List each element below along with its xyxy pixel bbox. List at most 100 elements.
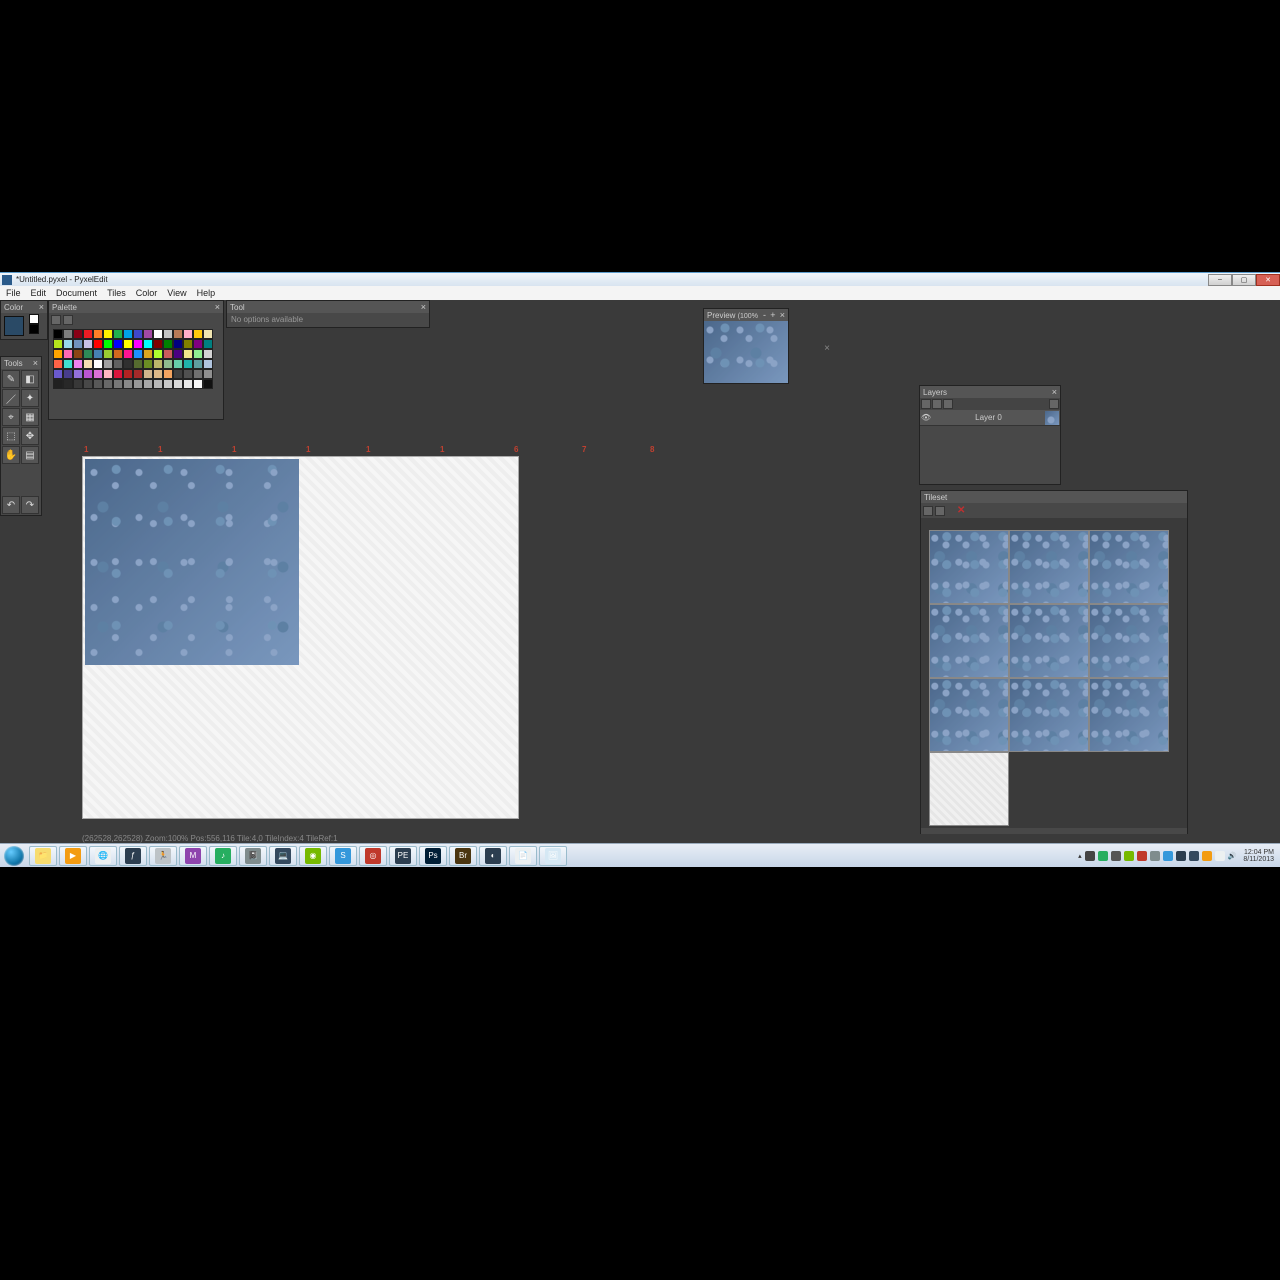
close-icon[interactable]: × bbox=[39, 302, 44, 312]
preview-panel[interactable]: Preview (100% - + × bbox=[703, 308, 789, 384]
titlebar[interactable]: *Untitled.pyxel - PyxelEdit – ▢ ✕ bbox=[0, 272, 1280, 286]
hand-tool-icon[interactable]: ✋ bbox=[2, 446, 20, 464]
palette-swatch[interactable] bbox=[53, 359, 63, 369]
tools-panel[interactable]: Tools × ✎ ◧ ／ ✦ ⌖ ▦ ⬚ ✥ ✋ ▤ ↶ ↷ bbox=[0, 356, 42, 516]
taskbar-app-icon[interactable]: 💻 bbox=[269, 846, 297, 866]
palette-swatch[interactable] bbox=[123, 369, 133, 379]
palette-swatch[interactable] bbox=[163, 329, 173, 339]
palette-swatch[interactable] bbox=[173, 379, 183, 389]
palette-swatch[interactable] bbox=[193, 329, 203, 339]
tile-slot[interactable] bbox=[929, 604, 1009, 678]
palette-swatch[interactable] bbox=[153, 359, 163, 369]
taskbar-app-icon[interactable]: ◐ bbox=[479, 846, 507, 866]
tileset-delete-icon[interactable]: ✕ bbox=[957, 505, 965, 516]
tray-icon[interactable] bbox=[1163, 851, 1173, 861]
tileset-panel[interactable]: Tileset ✕ bbox=[920, 490, 1188, 845]
palette-swatch[interactable] bbox=[113, 369, 123, 379]
tray-icon[interactable] bbox=[1111, 851, 1121, 861]
palette-swatch[interactable] bbox=[203, 329, 213, 339]
palette-swatch[interactable] bbox=[133, 329, 143, 339]
taskbar-app-icon[interactable]: 📓 bbox=[239, 846, 267, 866]
palette-swatch[interactable] bbox=[183, 379, 193, 389]
tray-icon[interactable] bbox=[1202, 851, 1212, 861]
taskbar-app-icon[interactable]: ♪ bbox=[209, 846, 237, 866]
palette-swatch[interactable] bbox=[123, 339, 133, 349]
taskbar-app-icon[interactable]: M bbox=[179, 846, 207, 866]
move-tool-icon[interactable]: ✥ bbox=[21, 427, 39, 445]
palette-swatch[interactable] bbox=[143, 339, 153, 349]
palette-swatch[interactable] bbox=[133, 379, 143, 389]
palette-swatch[interactable] bbox=[53, 379, 63, 389]
tile-slot[interactable] bbox=[1089, 678, 1169, 752]
tileset-add-button[interactable] bbox=[923, 506, 933, 516]
layers-panel-header[interactable]: Layers × bbox=[920, 386, 1060, 398]
palette-swatch[interactable] bbox=[203, 359, 213, 369]
palette-swatch[interactable] bbox=[63, 339, 73, 349]
palette-swatch[interactable] bbox=[203, 349, 213, 359]
tile-slot-empty[interactable] bbox=[929, 752, 1009, 826]
palette-swatch[interactable] bbox=[163, 359, 173, 369]
tray-icon[interactable] bbox=[1150, 851, 1160, 861]
taskbar-app-icon[interactable]: ◎ bbox=[359, 846, 387, 866]
palette-swatch[interactable] bbox=[53, 339, 63, 349]
palette-swatch[interactable] bbox=[73, 349, 83, 359]
palette-swatch[interactable] bbox=[73, 369, 83, 379]
canvas-area[interactable]: 1 1 1 1 1 1 6 7 8 bbox=[82, 456, 832, 836]
eraser-tool-icon[interactable]: ◧ bbox=[21, 370, 39, 388]
taskbar-app-icon[interactable]: Ps bbox=[419, 846, 447, 866]
palette-menu-button[interactable] bbox=[63, 315, 73, 325]
palette-swatch[interactable] bbox=[63, 369, 73, 379]
tool-options-panel[interactable]: Tool × No options available bbox=[226, 300, 430, 328]
duplicate-layer-button[interactable] bbox=[932, 399, 942, 409]
taskbar-app-icon[interactable]: 📁 bbox=[29, 846, 57, 866]
fill-tool-icon[interactable]: ▦ bbox=[21, 408, 39, 426]
palette-swatch[interactable] bbox=[93, 349, 103, 359]
palette-swatch[interactable] bbox=[103, 349, 113, 359]
palette-swatch[interactable] bbox=[123, 329, 133, 339]
color-panel[interactable]: Color × bbox=[0, 300, 48, 340]
palette-add-button[interactable] bbox=[51, 315, 61, 325]
palette-swatch[interactable] bbox=[113, 329, 123, 339]
palette-swatch[interactable] bbox=[113, 379, 123, 389]
tray-icon[interactable] bbox=[1124, 851, 1134, 861]
taskbar-app-icon[interactable]: 🖼 bbox=[539, 846, 567, 866]
palette-swatch[interactable] bbox=[183, 339, 193, 349]
palette-swatch[interactable] bbox=[103, 379, 113, 389]
close-icon[interactable]: × bbox=[1052, 387, 1057, 397]
start-button[interactable] bbox=[0, 844, 28, 868]
palette-swatch[interactable] bbox=[183, 369, 193, 379]
palette-swatch[interactable] bbox=[183, 329, 193, 339]
zoom-in-icon[interactable]: + bbox=[770, 310, 775, 320]
palette-swatch[interactable] bbox=[103, 359, 113, 369]
volume-icon[interactable]: 🔊 bbox=[1228, 852, 1237, 860]
palette-swatch[interactable] bbox=[63, 349, 73, 359]
layer-row[interactable]: 👁 Layer 0 bbox=[920, 410, 1060, 426]
palette-swatch[interactable] bbox=[63, 359, 73, 369]
palette-swatch[interactable] bbox=[53, 369, 63, 379]
palette-swatch[interactable] bbox=[83, 329, 93, 339]
taskbar-app-icon[interactable]: 🏃 bbox=[149, 846, 177, 866]
palette-panel-header[interactable]: Palette × bbox=[49, 301, 223, 313]
tray-icon[interactable] bbox=[1189, 851, 1199, 861]
tile-slot[interactable] bbox=[1009, 530, 1089, 604]
minimize-button[interactable]: – bbox=[1208, 274, 1232, 286]
palette-swatch[interactable] bbox=[73, 379, 83, 389]
visibility-icon[interactable]: 👁 bbox=[920, 413, 932, 422]
menu-help[interactable]: Help bbox=[193, 288, 220, 298]
palette-swatch[interactable] bbox=[143, 329, 153, 339]
close-button[interactable]: ✕ bbox=[1256, 274, 1280, 286]
palette-swatch[interactable] bbox=[53, 349, 63, 359]
tile-slot[interactable] bbox=[1009, 604, 1089, 678]
palette-swatch[interactable] bbox=[83, 369, 93, 379]
tile-slot[interactable] bbox=[1009, 678, 1089, 752]
merge-layer-button[interactable] bbox=[943, 399, 953, 409]
palette-swatch[interactable] bbox=[63, 379, 73, 389]
palette-grid[interactable] bbox=[49, 327, 223, 391]
preview-panel-header[interactable]: Preview (100% - + × bbox=[704, 309, 788, 321]
tray-icon[interactable] bbox=[1137, 851, 1147, 861]
tray-icon[interactable] bbox=[1176, 851, 1186, 861]
palette-swatch[interactable] bbox=[83, 359, 93, 369]
palette-swatch[interactable] bbox=[93, 379, 103, 389]
palette-swatch[interactable] bbox=[173, 339, 183, 349]
eyedropper-tool-icon[interactable]: ⌖ bbox=[2, 408, 20, 426]
